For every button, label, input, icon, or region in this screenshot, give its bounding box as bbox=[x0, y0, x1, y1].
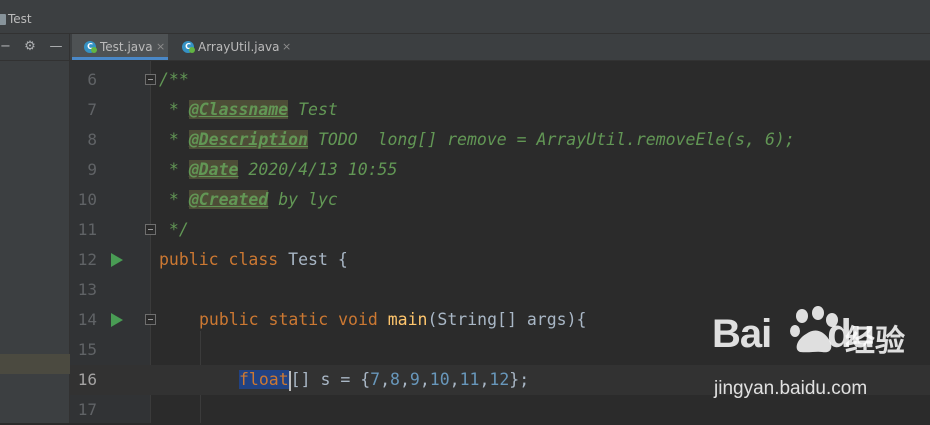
editor-tabs: C Test.java × C ArrayUtil.java × bbox=[70, 34, 930, 61]
close-icon[interactable]: × bbox=[282, 34, 291, 60]
hide-icon[interactable]: — bbox=[46, 38, 66, 56]
code-line: 11 */ bbox=[70, 215, 930, 245]
selected-keyword: float bbox=[239, 370, 289, 389]
code-line: 13 bbox=[70, 275, 930, 305]
line-number: 10 bbox=[77, 190, 97, 209]
fold-icon[interactable] bbox=[145, 314, 156, 325]
fold-icon[interactable] bbox=[145, 74, 156, 85]
line-number: 8 bbox=[87, 130, 97, 149]
paw-icon bbox=[790, 306, 838, 353]
line-number: 16 bbox=[77, 370, 97, 389]
line-number: 13 bbox=[77, 280, 97, 299]
tab-test-java[interactable]: C Test.java × bbox=[72, 34, 168, 60]
line-number: 14 bbox=[77, 310, 97, 329]
window-top-strip bbox=[0, 0, 930, 7]
code-text: * @Description TODO long[] remove = Arra… bbox=[159, 130, 795, 149]
code-text: * @Created by lyc bbox=[159, 190, 338, 209]
line-number: 15 bbox=[77, 340, 97, 359]
line-number: 17 bbox=[77, 400, 97, 419]
tab-label: Test.java bbox=[100, 40, 153, 54]
baidu-watermark: Bai du 经验 jingyan.baidu.com bbox=[712, 306, 927, 412]
sidebar-toolbar: − ⚙ — bbox=[0, 34, 70, 61]
code-text: public static void main(String[] args){ bbox=[199, 310, 587, 329]
javadoc-tag: @Classname bbox=[188, 100, 289, 119]
code-text: * @Classname Test bbox=[159, 100, 338, 119]
javadoc-tag: @Date bbox=[188, 160, 239, 179]
watermark-url: jingyan.baidu.com bbox=[714, 378, 868, 399]
java-class-icon: C bbox=[182, 41, 195, 53]
run-icon[interactable] bbox=[111, 253, 123, 267]
code-line: 7 * @Classname Test bbox=[70, 95, 930, 125]
fold-icon[interactable] bbox=[145, 224, 156, 235]
folder-icon bbox=[0, 14, 6, 25]
code-text: float[] s = {7,8,9,10,11,12}; bbox=[239, 370, 530, 391]
line-number: 9 bbox=[87, 160, 97, 179]
code-line: 6 /** bbox=[70, 65, 930, 95]
gear-icon[interactable]: ⚙ bbox=[20, 38, 40, 56]
collapse-icon[interactable]: − bbox=[0, 38, 11, 56]
line-number: 7 bbox=[87, 100, 97, 119]
javadoc-tag: @Created bbox=[188, 190, 269, 209]
close-icon[interactable]: × bbox=[156, 34, 165, 60]
run-icon[interactable] bbox=[111, 313, 123, 327]
javadoc-tag: @Description bbox=[188, 130, 309, 149]
breadcrumb-project[interactable]: Test bbox=[8, 12, 32, 26]
code-line: 9 * @Date 2020/4/13 10:55 bbox=[70, 155, 930, 185]
line-number: 11 bbox=[77, 220, 97, 239]
line-number: 12 bbox=[77, 250, 97, 269]
breadcrumb: Test bbox=[0, 7, 930, 34]
watermark-cn: 经验 bbox=[845, 324, 905, 359]
code-text: public class Test { bbox=[159, 250, 348, 269]
line-number: 6 bbox=[87, 70, 97, 89]
code-text: /** bbox=[159, 70, 189, 89]
code-line: 12 public class Test { bbox=[70, 245, 930, 275]
code-text: * @Date 2020/4/13 10:55 bbox=[159, 160, 398, 179]
tab-arrayutil-java[interactable]: C ArrayUtil.java × bbox=[172, 34, 298, 60]
tab-label: ArrayUtil.java bbox=[198, 40, 280, 54]
selected-tree-item[interactable] bbox=[0, 354, 70, 374]
code-text: */ bbox=[159, 220, 189, 239]
java-class-icon: C bbox=[84, 41, 97, 53]
code-line: 8 * @Description TODO long[] remove = Ar… bbox=[70, 125, 930, 155]
project-sidebar: − ⚙ — bbox=[0, 34, 70, 423]
code-line: 10 * @Created by lyc bbox=[70, 185, 930, 215]
